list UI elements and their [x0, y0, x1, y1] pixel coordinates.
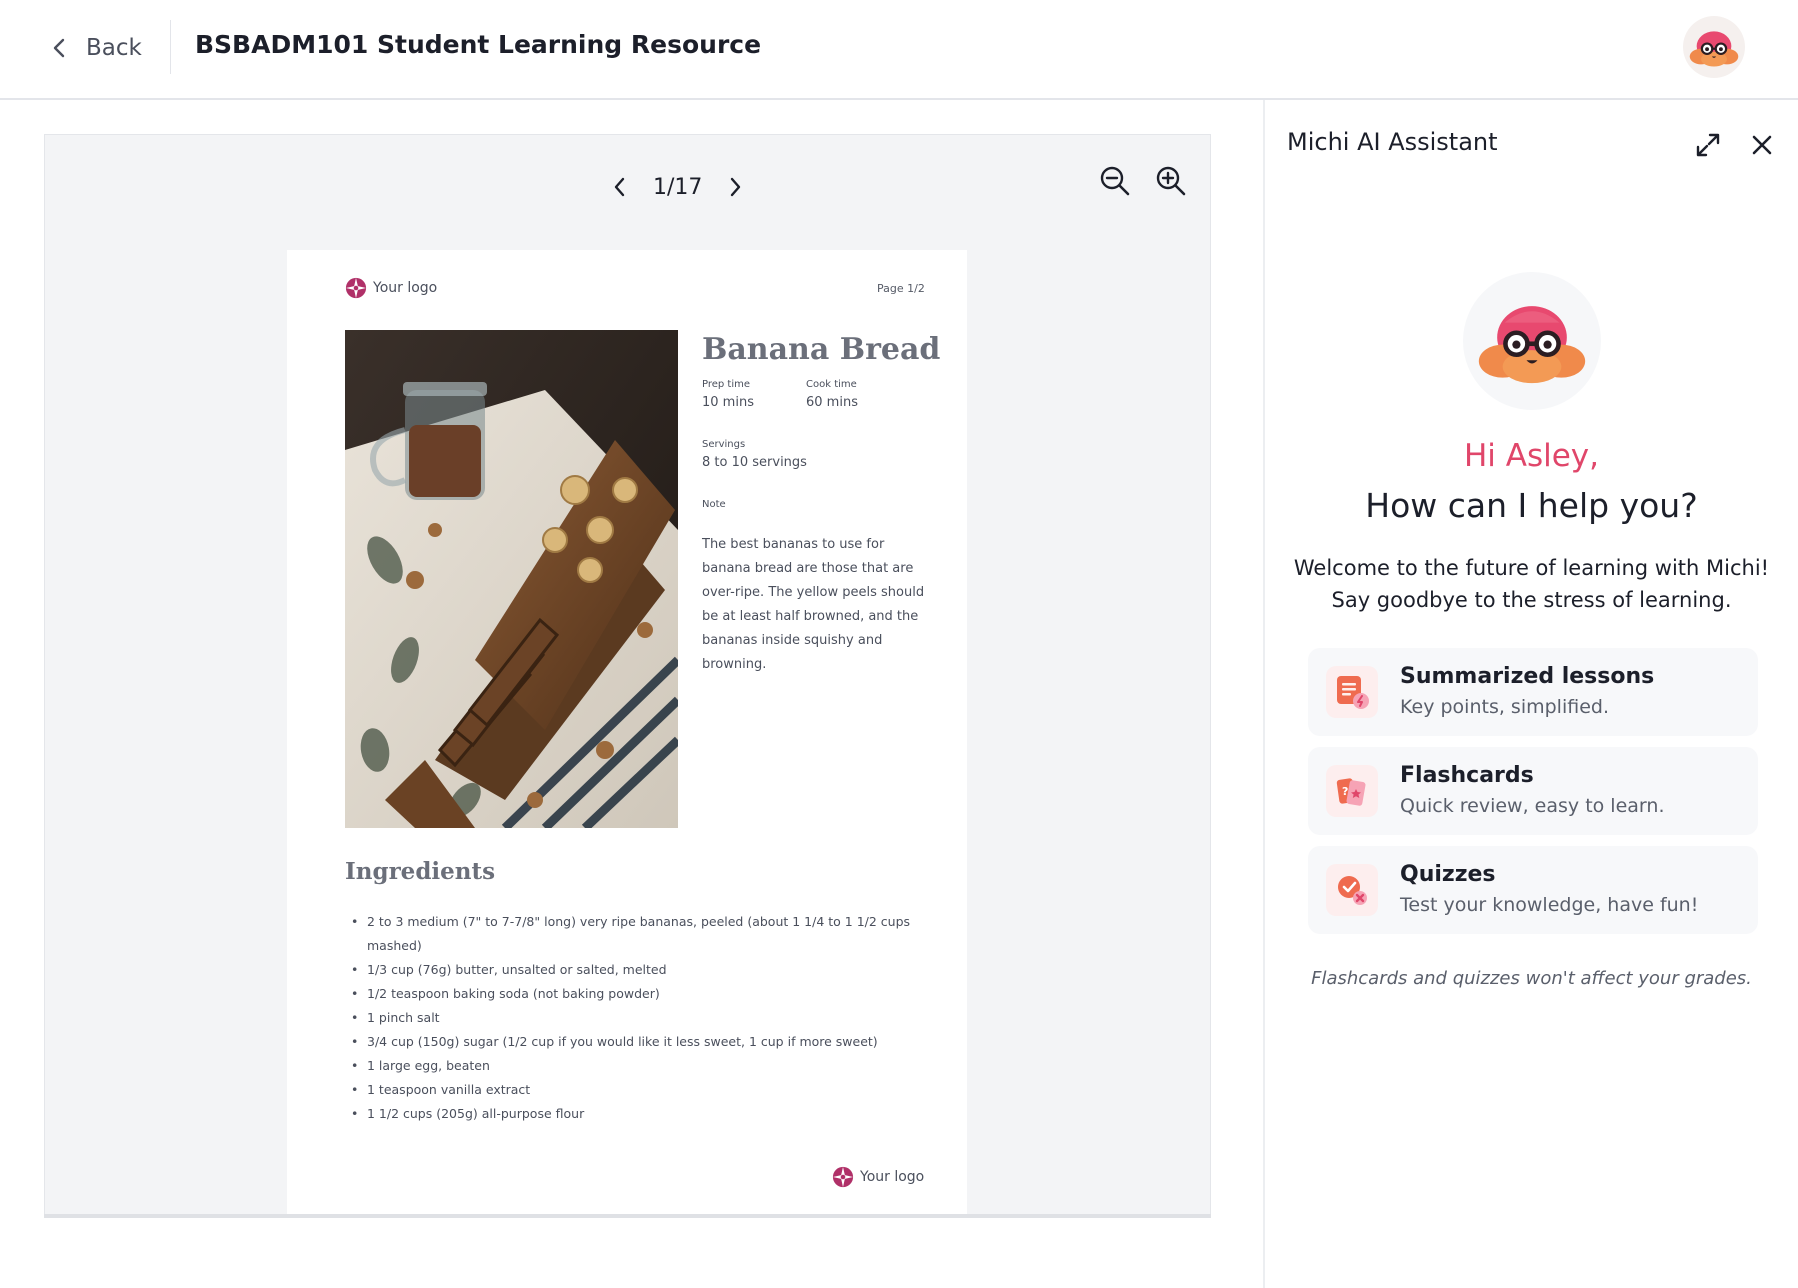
close-icon: [1752, 135, 1772, 155]
welcome-message: Welcome to the future of learning with M…: [1265, 552, 1798, 616]
chevron-left-icon: [614, 177, 625, 197]
previous-page-button[interactable]: [605, 172, 635, 202]
note-label: Note: [702, 499, 726, 510]
help-question: How can I help you?: [1365, 486, 1698, 525]
close-panel-button[interactable]: [1747, 130, 1777, 160]
zoom-out-icon: [1100, 166, 1130, 196]
list-item: 1 1/2 cups (205g) all-purpose flour: [347, 1102, 917, 1126]
grades-footnote: Flashcards and quizzes won't affect your…: [1311, 968, 1752, 989]
feature-summarized-lessons[interactable]: Summarized lessons Key points, simplifie…: [1308, 648, 1758, 736]
recipe-title: Banana Bread: [702, 332, 941, 367]
zoom-in-icon: [1156, 166, 1186, 196]
panel-title: Michi AI Assistant: [1287, 128, 1498, 156]
document-page: Your logo Page 1/2 Banana Bread Prep tim…: [287, 250, 967, 1218]
quiz-icon: [1326, 864, 1378, 916]
michi-mascot-icon: [1478, 306, 1586, 384]
welcome-line-2: Say goodbye to the stress of learning.: [1331, 588, 1732, 612]
document-page-label: Page 1/2: [877, 282, 925, 295]
ai-assistant-panel: Michi AI Assistant Hi Asley, How can I h…: [1265, 100, 1798, 1288]
document-viewer: 1/17 Your logo Page 1/2 Banana Bread Pre…: [44, 134, 1211, 1218]
prep-time-value: 10 mins: [702, 395, 754, 410]
welcome-line-1: Welcome to the future of learning with M…: [1293, 556, 1770, 580]
cook-time-value: 60 mins: [806, 395, 858, 410]
expand-icon: [1696, 133, 1720, 157]
list-item: 1/2 teaspoon baking soda (not baking pow…: [347, 982, 917, 1006]
next-page-button[interactable]: [720, 172, 750, 202]
logo-text: Your logo: [373, 280, 438, 296]
zoom-out-button[interactable]: [1095, 161, 1135, 201]
document-footer-logo: Your logo: [832, 1166, 924, 1188]
document-logo: Your logo: [345, 277, 437, 299]
servings-label: Servings: [702, 439, 746, 450]
list-item: 1 teaspoon vanilla extract: [347, 1078, 917, 1102]
back-label: Back: [86, 35, 142, 61]
feature-description: Key points, simplified.: [1400, 696, 1609, 718]
feature-title: Summarized lessons: [1400, 664, 1655, 689]
header-divider: [170, 20, 171, 74]
logo-text: Your logo: [860, 1169, 925, 1185]
feature-quizzes[interactable]: Quizzes Test your knowledge, have fun!: [1308, 846, 1758, 934]
feature-title: Quizzes: [1400, 862, 1496, 887]
expand-panel-button[interactable]: [1693, 130, 1723, 160]
chevron-right-icon: [731, 177, 741, 197]
list-item: 2 to 3 medium (7" to 7-7/8" long) very r…: [347, 910, 917, 958]
zoom-in-button[interactable]: [1151, 161, 1191, 201]
prep-time-label: Prep time: [702, 379, 751, 390]
viewer-bottom-edge: [44, 1214, 1211, 1218]
banana-bread-image: [345, 330, 678, 828]
feature-flashcards[interactable]: ? Flashcards Quick review, easy to learn…: [1308, 747, 1758, 835]
feature-title: Flashcards: [1400, 763, 1534, 788]
ingredients-title: Ingredients: [345, 858, 496, 885]
svg-text:?: ?: [1342, 785, 1348, 798]
michi-mascot-icon: [1689, 31, 1739, 67]
feature-description: Quick review, easy to learn.: [1400, 795, 1665, 817]
ingredients-list: 2 to 3 medium (7" to 7-7/8" long) very r…: [347, 910, 917, 1126]
flashcards-icon: ?: [1326, 765, 1378, 817]
list-item: 1/3 cup (76g) butter, unsalted or salted…: [347, 958, 917, 982]
page-navigator: 1/17: [605, 165, 750, 209]
avatar[interactable]: [1683, 16, 1745, 78]
logo-mark-icon: [832, 1166, 854, 1188]
list-item: 1 pinch salt: [347, 1006, 917, 1030]
logo-mark-icon: [345, 277, 367, 299]
cook-time-label: Cook time: [806, 379, 857, 390]
list-item: 1 large egg, beaten: [347, 1054, 917, 1078]
back-button[interactable]: Back: [50, 26, 142, 70]
banana-bread-photo: [345, 330, 678, 828]
summary-icon: [1326, 666, 1378, 718]
greeting-text: Hi Asley,: [1463, 438, 1600, 474]
top-header: Back BSBADM101 Student Learning Resource: [0, 0, 1798, 100]
chevron-left-icon: [53, 38, 65, 58]
page-title: BSBADM101 Student Learning Resource: [195, 30, 762, 59]
note-text: The best bananas to use for banana bread…: [702, 537, 925, 672]
michi-mascot: [1463, 272, 1601, 410]
servings-value: 8 to 10 servings: [702, 455, 807, 470]
feature-description: Test your knowledge, have fun!: [1400, 894, 1699, 916]
list-item: 3/4 cup (150g) sugar (1/2 cup if you wou…: [347, 1030, 917, 1054]
page-indicator: 1/17: [653, 174, 703, 200]
